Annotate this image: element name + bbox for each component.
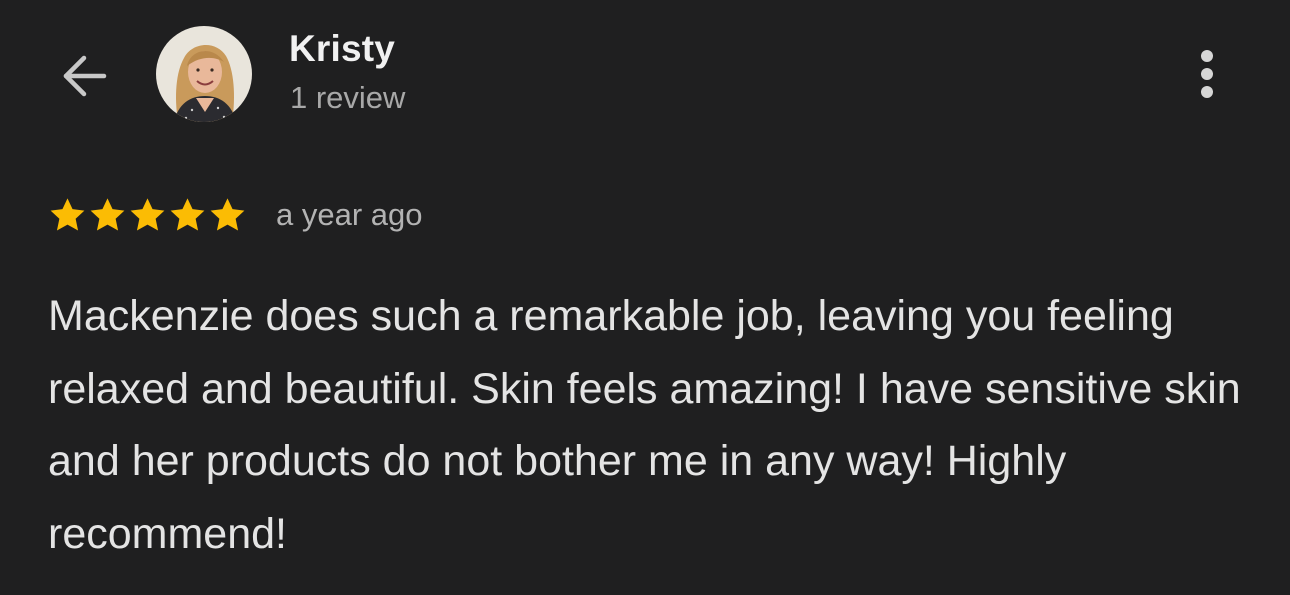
star-rating [48, 195, 247, 235]
star-icon [210, 198, 245, 231]
review-text: Mackenzie does such a remarkable job, le… [48, 292, 1241, 558]
star-icon [50, 198, 85, 231]
back-button[interactable] [52, 44, 116, 108]
user-name[interactable]: Kristy [289, 28, 395, 70]
more-vertical-icon [1201, 50, 1213, 98]
review-time: a year ago [276, 197, 423, 232]
star-icon [170, 198, 205, 231]
more-options-button[interactable] [1182, 44, 1232, 104]
star-icon [90, 198, 125, 231]
star-icon [130, 198, 165, 231]
arrow-left-icon [63, 55, 107, 97]
avatar[interactable] [156, 26, 252, 122]
review-count: 1 review [290, 80, 406, 115]
